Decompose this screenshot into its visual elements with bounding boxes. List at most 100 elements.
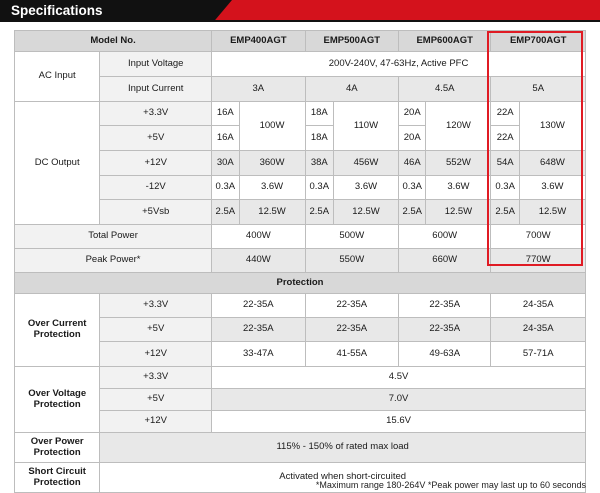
rail-label: +5V xyxy=(99,317,213,342)
input-voltage-label: Input Voltage xyxy=(99,51,213,77)
amp-value: 16A xyxy=(211,125,240,151)
amp-value: 0.3A xyxy=(211,175,240,200)
footnote: *Maximum range 180-264V *Peak power may … xyxy=(315,480,586,490)
peak-power-value: 660W xyxy=(397,248,492,273)
ocp-value: 22-35A xyxy=(304,317,400,342)
amp-value: 20A xyxy=(397,125,427,151)
header-tab: Specifications xyxy=(0,0,232,22)
model-no-label: Model No. xyxy=(13,30,213,52)
total-power-value: 700W xyxy=(490,224,586,249)
ocp-value: 22-35A xyxy=(397,317,492,342)
amp-value: 0.3A xyxy=(397,175,427,200)
amp-value: 2.5A xyxy=(397,199,427,225)
ocp-33-row: Over Current Protection +3.3V 22-35A 22-… xyxy=(13,293,586,367)
amp-value: 2.5A xyxy=(490,199,520,225)
rail-33-row: DC Output +3.3V 16A 100W 18A 110W 20A 12… xyxy=(13,101,587,225)
rail-label: +12V xyxy=(99,150,213,176)
section-header: Specifications xyxy=(0,0,600,22)
rail-label: +3.3V xyxy=(99,293,213,318)
watt-value: 3.6W xyxy=(518,175,587,200)
input-current-label: Input Current xyxy=(99,76,213,102)
rail-label: +12V xyxy=(99,341,213,367)
peak-power-label: Peak Power* xyxy=(13,248,213,273)
combined-watt-value: 130W xyxy=(518,101,587,151)
watt-value: 3.6W xyxy=(332,175,400,200)
amp-value: 0.3A xyxy=(490,175,520,200)
amp-value: 22A xyxy=(490,101,520,126)
ocp-value: 22-35A xyxy=(211,293,306,318)
input-current-value: 4A xyxy=(304,76,400,102)
ocp-value: 22-35A xyxy=(304,293,400,318)
protection-title: Protection xyxy=(14,272,586,294)
amp-value: 2.5A xyxy=(211,199,240,225)
spec-table: Model No. EMP400AGT EMP500AGT EMP600AGT … xyxy=(13,30,587,493)
total-power-label: Total Power xyxy=(13,224,213,249)
watt-value: 12.5W xyxy=(425,199,492,225)
opp-label: Over Power Protection xyxy=(13,432,101,463)
rail-label: +3.3V xyxy=(99,366,213,389)
peak-power-value: 770W xyxy=(490,248,586,273)
ocp-value: 33-47A xyxy=(211,341,306,367)
ocp-value: 22-35A xyxy=(211,317,306,342)
watt-value: 12.5W xyxy=(238,199,306,225)
model-name: EMP600AGT xyxy=(397,30,492,52)
peak-power-row: Peak Power* 440W 550W 660W 770W xyxy=(13,248,586,273)
rail-5vsb-row: +5Vsb 2.5A 12.5W 2.5A 12.5W 2.5A 12.5W 2… xyxy=(15,199,587,225)
total-power-row: Total Power 400W 500W 600W 700W xyxy=(13,224,586,249)
amp-value: 38A xyxy=(304,150,334,176)
ac-input-label: AC Input xyxy=(13,51,101,102)
peak-power-value: 440W xyxy=(211,248,306,273)
watt-value: 648W xyxy=(518,150,587,176)
amp-value: 46A xyxy=(397,150,427,176)
dc-output-label: DC Output xyxy=(13,101,101,225)
amp-value: 30A xyxy=(211,150,240,176)
rail-label: +5Vsb xyxy=(99,199,213,225)
protection-header-row: Protection xyxy=(14,272,586,294)
amp-value: 18A xyxy=(304,125,334,151)
model-name: EMP500AGT xyxy=(304,30,400,52)
rail-label: +12V xyxy=(99,410,213,433)
section-title: Specifications xyxy=(11,3,103,18)
rail-12-row: +12V 30A 360W 38A 456W 46A 552W 54A 648W xyxy=(15,150,587,176)
ovp-value: 15.6V xyxy=(211,410,586,433)
ocp-12-row: +12V 33-47A 41-55A 49-63A 57-71A xyxy=(15,341,586,367)
ovp-5-row: +5V 7.0V xyxy=(15,388,586,411)
ocp-value: 41-55A xyxy=(304,341,400,367)
rail-m12-row: -12V 0.3A 3.6W 0.3A 3.6W 0.3A 3.6W 0.3A … xyxy=(15,175,587,200)
input-current-row: Input Current 3A 4A 4.5A 5A xyxy=(15,76,586,102)
amp-value: 18A xyxy=(304,101,334,126)
input-current-value: 3A xyxy=(211,76,306,102)
input-current-value: 5A xyxy=(490,76,586,102)
rail-label: +5V xyxy=(99,125,213,151)
rail-label: +3.3V xyxy=(99,101,213,126)
ovp-label: Over Voltage Protection xyxy=(13,366,101,433)
header-accent-bar xyxy=(208,0,600,22)
ocp-value: 24-35A xyxy=(490,293,586,318)
amp-value: 20A xyxy=(397,101,427,126)
total-power-value: 500W xyxy=(304,224,400,249)
watt-value: 12.5W xyxy=(518,199,587,225)
total-power-value: 400W xyxy=(211,224,306,249)
amp-value: 54A xyxy=(490,150,520,176)
amp-value: 0.3A xyxy=(304,175,334,200)
watt-value: 12.5W xyxy=(332,199,400,225)
watt-value: 3.6W xyxy=(238,175,306,200)
model-name: EMP400AGT xyxy=(211,30,306,52)
ocp-value: 24-35A xyxy=(490,317,586,342)
ocp-label: Over Current Protection xyxy=(13,293,101,367)
rail-label: +5V xyxy=(99,388,213,411)
watt-value: 3.6W xyxy=(425,175,492,200)
opp-value: 115% - 150% of rated max load xyxy=(99,432,586,463)
amp-value: 22A xyxy=(490,125,520,151)
input-voltage-row: AC Input Input Voltage 200V-240V, 47-63H… xyxy=(13,51,586,102)
combined-watt-value: 120W xyxy=(425,101,492,151)
input-voltage-value: 200V-240V, 47-63Hz, Active PFC xyxy=(211,51,586,77)
combined-watt-value: 110W xyxy=(332,101,400,151)
ovp-value: 7.0V xyxy=(211,388,586,411)
watt-value: 456W xyxy=(332,150,400,176)
input-current-value: 4.5A xyxy=(397,76,492,102)
ocp-value: 57-71A xyxy=(490,341,586,367)
ovp-12-row: +12V 15.6V xyxy=(15,410,586,433)
ovp-33-row: Over Voltage Protection +3.3V 4.5V xyxy=(13,366,586,433)
model-header-row: Model No. EMP400AGT EMP500AGT EMP600AGT … xyxy=(13,30,586,52)
